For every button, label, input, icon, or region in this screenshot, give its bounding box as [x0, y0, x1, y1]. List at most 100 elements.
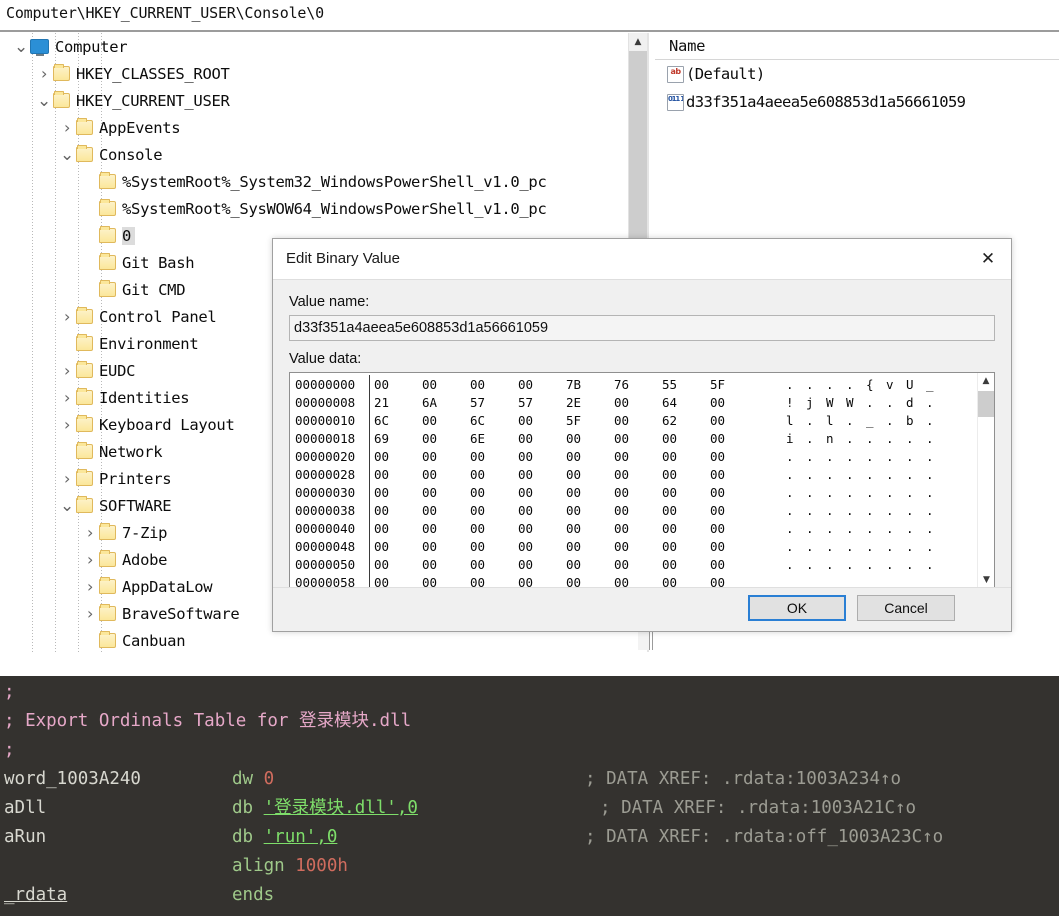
ida-disassembly-panel[interactable]: ; ; Export Ordinals Table for 登录模块.dll; wo… [0, 676, 1059, 916]
hex-ascii[interactable]: ! j W W.. d. [759, 395, 946, 410]
chevron-down-icon[interactable]: ⌄ [58, 497, 76, 514]
hex-byte[interactable]: 00 [566, 503, 614, 518]
hex-ascii-char[interactable]: . [786, 539, 806, 554]
tree-vertical-scrollbar[interactable]: ▲ [628, 33, 647, 273]
hex-byte[interactable]: 00 [662, 485, 710, 500]
hex-byte[interactable]: 00 [710, 539, 758, 554]
hex-ascii-char[interactable]: . [906, 485, 926, 500]
hex-ascii-char[interactable]: . [866, 521, 886, 536]
hex-byte[interactable]: 00 [518, 539, 566, 554]
address-bar[interactable]: Computer\HKEY_CURRENT_USER\Console\0 [0, 0, 1059, 30]
hex-byte[interactable]: 00 [422, 539, 470, 554]
hex-ascii-char[interactable]: j [806, 395, 826, 410]
hex-ascii-char[interactable]: . [786, 521, 806, 536]
chevron-right-icon[interactable]: › [81, 578, 99, 595]
hex-ascii-char[interactable]: . [866, 503, 886, 518]
hex-byte[interactable]: 00 [470, 467, 518, 482]
hex-ascii[interactable]: i.n..... [759, 431, 946, 446]
hex-ascii-char[interactable]: . [846, 521, 866, 536]
hex-ascii-char[interactable]: . [926, 449, 946, 464]
dialog-titlebar[interactable]: Edit Binary Value ✕ [273, 239, 1011, 279]
hex-ascii-char[interactable]: . [886, 395, 906, 410]
hex-byte[interactable]: 00 [566, 557, 614, 572]
hex-ascii-char[interactable]: W [846, 395, 866, 410]
hex-ascii-char[interactable]: . [906, 467, 926, 482]
hex-line[interactable]: 00000010 6C 00 6C 00 5F 00 62 00 l. l. _. b. [293, 411, 978, 429]
hex-ascii-char[interactable]: . [806, 521, 826, 536]
hex-ascii-char[interactable]: d [906, 395, 926, 410]
values-list[interactable]: ab(Default)011 110d33f351a4aeea5e608853d… [655, 60, 1059, 116]
hex-ascii-char[interactable]: . [926, 467, 946, 482]
hex-byte[interactable]: 6A [422, 395, 470, 410]
tree-item-systemroot-syswow64-windowspowershell-v1-0-pc[interactable]: %SystemRoot%_SysWOW64_WindowsPowerShell_… [0, 195, 648, 222]
hex-ascii-char[interactable]: . [906, 431, 926, 446]
value-row[interactable]: 011 110d33f351a4aeea5e608853d1a56661059 [655, 88, 1059, 116]
hex-byte[interactable]: 00 [566, 521, 614, 536]
values-column-header-name[interactable]: Name [655, 33, 1059, 60]
hex-ascii-char[interactable]: i [786, 431, 806, 446]
hex-ascii[interactable]: ........ [759, 557, 946, 572]
hex-byte[interactable]: 00 [614, 413, 662, 428]
hex-ascii-char[interactable]: . [826, 485, 846, 500]
hex-byte[interactable]: 00 [422, 521, 470, 536]
chevron-right-icon[interactable]: › [81, 551, 99, 568]
disassembly-line[interactable]: word_1003A240 dw 0 ; DATA XREF: .rdata:100… [0, 765, 1059, 794]
hex-ascii-char[interactable]: . [866, 557, 886, 572]
hex-byte[interactable]: 00 [662, 521, 710, 536]
hex-byte[interactable]: 00 [518, 485, 566, 500]
hex-byte[interactable]: 00 [614, 539, 662, 554]
hex-byte[interactable]: 00 [710, 485, 758, 500]
hex-ascii-char[interactable]: . [866, 539, 886, 554]
disassembly-line[interactable]: ; [0, 678, 1059, 707]
hex-byte[interactable]: 6C [374, 413, 422, 428]
hex-byte[interactable]: 00 [710, 557, 758, 572]
hex-line[interactable]: 00000030 00 00 00 00 00 00 00 00........ [293, 483, 978, 501]
hex-bytes[interactable]: 6C 00 6C 00 5F 00 62 00 [374, 413, 759, 428]
hex-byte[interactable]: 00 [518, 503, 566, 518]
hex-ascii[interactable]: ........ [759, 503, 946, 518]
hex-ascii-char[interactable]: . [926, 503, 946, 518]
hex-ascii-char[interactable]: . [806, 413, 826, 428]
hex-ascii-char[interactable]: . [926, 395, 946, 410]
disassembly-line[interactable]: aRun db 'run',0 ; DATA XREF: .rdata:off_10… [0, 823, 1059, 852]
hex-byte[interactable]: 00 [422, 431, 470, 446]
hex-byte[interactable]: 00 [710, 521, 758, 536]
hex-ascii-char[interactable]: . [826, 503, 846, 518]
cancel-button[interactable]: Cancel [857, 595, 955, 621]
ok-button[interactable]: OK [748, 595, 846, 621]
chevron-right-icon[interactable]: › [58, 308, 76, 325]
scroll-up-arrow-icon[interactable]: ▲ [629, 33, 647, 51]
hex-ascii-char[interactable]: . [906, 521, 926, 536]
hex-byte[interactable]: 00 [566, 485, 614, 500]
hex-ascii-char[interactable]: . [826, 539, 846, 554]
hex-byte[interactable]: 00 [422, 503, 470, 518]
hex-byte[interactable]: 00 [470, 539, 518, 554]
hex-ascii-char[interactable]: . [786, 557, 806, 572]
hex-byte[interactable]: 00 [662, 431, 710, 446]
hex-byte[interactable]: 00 [662, 557, 710, 572]
hex-byte[interactable]: 00 [374, 449, 422, 464]
hex-byte[interactable]: 00 [566, 449, 614, 464]
hex-byte[interactable]: 00 [614, 449, 662, 464]
hex-byte[interactable]: 00 [422, 449, 470, 464]
chevron-right-icon[interactable]: › [58, 389, 76, 406]
hex-ascii[interactable]: ........ [759, 485, 946, 500]
hex-ascii-char[interactable]: b [906, 413, 926, 428]
hex-byte[interactable]: 00 [470, 485, 518, 500]
hex-ascii-char[interactable]: . [826, 377, 846, 392]
hex-line[interactable]: 00000008 21 6A 57 57 2E 00 64 00! j W W.. d. [293, 393, 978, 411]
hex-byte[interactable]: 00 [566, 431, 614, 446]
hex-byte[interactable]: 00 [374, 467, 422, 482]
hex-ascii-char[interactable]: . [806, 557, 826, 572]
hex-ascii-char[interactable]: . [886, 449, 906, 464]
hex-ascii-char[interactable]: . [846, 467, 866, 482]
hex-ascii-char[interactable]: . [806, 449, 826, 464]
hex-ascii[interactable]: ........ [759, 449, 946, 464]
hex-bytes[interactable]: 69 00 6E 00 00 00 00 00 [374, 431, 759, 446]
hex-ascii-char[interactable]: . [786, 377, 806, 392]
hex-ascii-char[interactable]: . [826, 521, 846, 536]
hex-editor-content[interactable]: 00000000 00 00 00 00 7B 76 55 5F....{v U _ 00000008… [290, 373, 978, 590]
hex-vertical-scrollbar[interactable]: ▲ ▼ [977, 373, 994, 589]
hex-byte[interactable]: 00 [662, 449, 710, 464]
hex-ascii-char[interactable]: . [866, 431, 886, 446]
